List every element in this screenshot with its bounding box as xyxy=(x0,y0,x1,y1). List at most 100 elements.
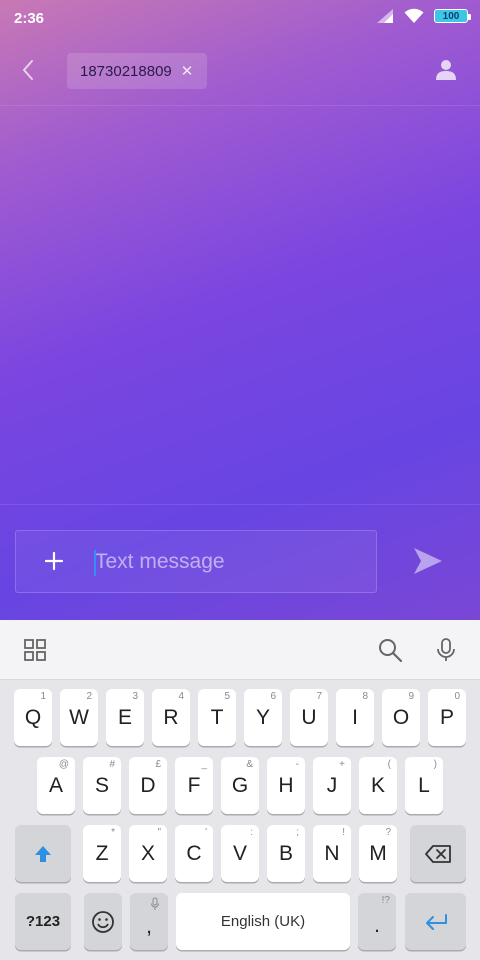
key-u[interactable]: 7U xyxy=(290,689,328,746)
key-hint: ' xyxy=(205,827,207,838)
period-key[interactable]: !? . xyxy=(358,893,396,950)
remove-recipient-icon[interactable]: ✕ xyxy=(181,64,194,79)
key-b[interactable]: ; B xyxy=(267,825,305,882)
text-cursor xyxy=(94,550,96,576)
recipient-chip[interactable]: 18730218809 ✕ xyxy=(67,53,207,89)
key-s[interactable]: # S xyxy=(83,757,121,814)
key-hint: 0 xyxy=(454,691,460,702)
key-label: N xyxy=(324,841,340,865)
key-hint: ; xyxy=(296,827,299,838)
cellular-signal-icon xyxy=(377,9,393,23)
key-hint: * xyxy=(111,827,115,838)
key-m[interactable]: ? M xyxy=(359,825,397,882)
key-label: K xyxy=(370,773,385,797)
compose-divider xyxy=(0,504,480,505)
key-label: Q xyxy=(24,705,42,729)
back-button[interactable] xyxy=(14,56,42,84)
comma-label: , xyxy=(146,914,152,938)
key-hint: 9 xyxy=(408,691,414,702)
key-label: M xyxy=(369,841,387,865)
key-label: E xyxy=(117,705,132,729)
key-v[interactable]: :V xyxy=(221,825,259,882)
key-hint: _ xyxy=(201,759,207,770)
key-x[interactable]: " X xyxy=(129,825,167,882)
key-label: L xyxy=(418,773,430,797)
shift-key[interactable] xyxy=(15,825,71,882)
comma-key[interactable]: , xyxy=(130,893,168,950)
key-o[interactable]: 9O xyxy=(382,689,420,746)
status-bar: 2:36 100 xyxy=(0,0,480,36)
key-w[interactable]: 2W xyxy=(60,689,98,746)
messaging-app: 2:36 100 18730218809 ✕ Text message xyxy=(0,0,480,620)
key-r[interactable]: 4R xyxy=(152,689,190,746)
key-n[interactable]: ! N xyxy=(313,825,351,882)
key-hint: + xyxy=(339,759,345,770)
key-f[interactable]: _ F xyxy=(175,757,213,814)
key-a[interactable]: @ A xyxy=(37,757,75,814)
key-label: V xyxy=(232,841,247,865)
mic-hint-icon xyxy=(151,897,159,910)
key-label: U xyxy=(301,705,317,729)
emoji-key[interactable] xyxy=(84,893,122,950)
key-h[interactable]: -H xyxy=(267,757,305,814)
key-p[interactable]: 0P xyxy=(428,689,466,746)
keyboard-toolbar xyxy=(0,620,480,680)
key-hint: 3 xyxy=(132,691,138,702)
period-hint: !? xyxy=(381,895,390,906)
key-label: G xyxy=(231,773,249,797)
microphone-icon[interactable] xyxy=(433,637,459,663)
symbols-key[interactable]: ?123 xyxy=(15,893,71,950)
key-e[interactable]: 3E xyxy=(106,689,144,746)
key-d[interactable]: £ D xyxy=(129,757,167,814)
key-hint: 1 xyxy=(40,691,46,702)
send-icon[interactable] xyxy=(412,546,444,576)
contact-person-icon[interactable] xyxy=(434,58,458,82)
attach-button[interactable] xyxy=(42,549,66,573)
compose-box[interactable] xyxy=(15,530,377,593)
key-k[interactable]: (K xyxy=(359,757,397,814)
grid-apps-icon[interactable] xyxy=(22,637,48,663)
period-label: . xyxy=(374,913,380,937)
key-label: F xyxy=(187,773,201,797)
status-icons: 100 xyxy=(376,8,471,24)
key-g[interactable]: & G xyxy=(221,757,259,814)
enter-key[interactable] xyxy=(405,893,466,950)
key-hint: 5 xyxy=(224,691,230,702)
message-input[interactable] xyxy=(95,543,365,581)
key-hint: : xyxy=(250,827,253,838)
key-t[interactable]: 5T xyxy=(198,689,236,746)
key-label: T xyxy=(210,705,224,729)
space-language-label: English (UK) xyxy=(220,913,306,930)
wifi-icon xyxy=(404,8,424,23)
key-l[interactable]: ) L xyxy=(405,757,443,814)
key-hint: 4 xyxy=(178,691,184,702)
key-hint: ? xyxy=(385,827,391,838)
battery-level: 100 xyxy=(442,10,460,22)
backspace-key[interactable] xyxy=(410,825,466,882)
key-label: W xyxy=(69,705,89,729)
key-label: R xyxy=(163,705,179,729)
key-label: O xyxy=(392,705,410,729)
key-hint: ! xyxy=(342,827,345,838)
key-hint: # xyxy=(109,759,115,770)
key-hint: 6 xyxy=(270,691,276,702)
screen: 2:36 100 18730218809 ✕ Text message 1 Q … xyxy=(0,0,480,960)
key-hint: 8 xyxy=(362,691,368,702)
key-z[interactable]: * Z xyxy=(83,825,121,882)
chevron-left-icon xyxy=(22,60,33,80)
key-hint: £ xyxy=(155,759,161,770)
key-i[interactable]: 8I xyxy=(336,689,374,746)
key-j[interactable]: + J xyxy=(313,757,351,814)
key-c[interactable]: ' C xyxy=(175,825,213,882)
space-key[interactable]: English (UK) xyxy=(176,893,350,950)
key-hint: @ xyxy=(58,759,69,770)
status-time: 2:36 xyxy=(14,9,45,27)
key-hint: 7 xyxy=(316,691,322,702)
key-label: P xyxy=(439,705,454,729)
key-q[interactable]: 1Q xyxy=(14,689,52,746)
key-label: Y xyxy=(255,705,270,729)
emoji-smile-icon xyxy=(92,910,114,933)
key-label: C xyxy=(186,841,202,865)
key-y[interactable]: 6Y xyxy=(244,689,282,746)
search-icon[interactable] xyxy=(377,637,403,663)
